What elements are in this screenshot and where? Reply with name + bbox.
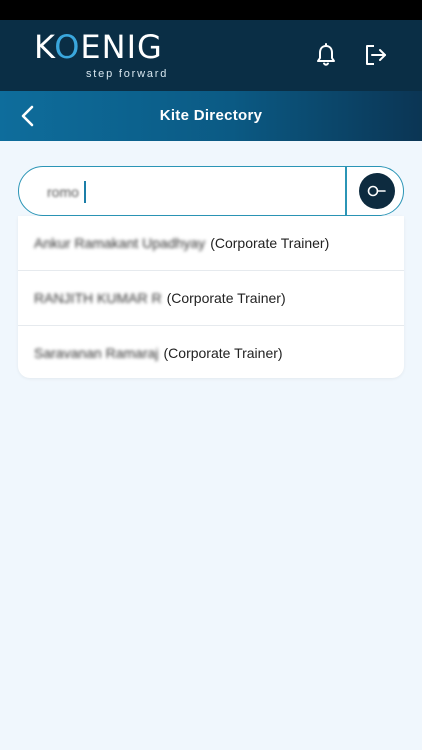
result-name: Saravanan Ramaraj [34, 345, 159, 361]
result-role: (Corporate Trainer) [163, 345, 283, 361]
search-divider [345, 167, 347, 215]
search-box [18, 166, 404, 216]
status-bar [0, 0, 422, 20]
result-name: Ankur Ramakant Upadhyay [34, 235, 206, 251]
search-results-list: Ankur Ramakant Upadhyay (Corporate Train… [18, 216, 404, 378]
logo-tagline: step forward [86, 68, 169, 80]
bell-icon [317, 43, 335, 66]
logo-wordmark: KOENIG [34, 28, 163, 66]
koenig-logo: KOENIG step forward [34, 28, 166, 80]
back-button[interactable] [16, 103, 42, 129]
chevron-left-icon [21, 105, 34, 127]
page-header: Kite Directory [0, 91, 422, 141]
result-role: (Corporate Trainer) [210, 235, 330, 251]
search-button[interactable] [359, 173, 395, 209]
search-input[interactable] [45, 178, 349, 206]
logout-icon [366, 45, 386, 65]
notifications-button[interactable] [311, 40, 341, 70]
search-key-icon [367, 185, 386, 197]
result-item[interactable]: Ankur Ramakant Upadhyay (Corporate Train… [18, 216, 404, 271]
page-title: Kite Directory [159, 107, 263, 124]
app-header: KOENIG step forward [0, 20, 422, 91]
result-name: RANJITH KUMAR R [34, 290, 162, 306]
logout-button[interactable] [361, 40, 391, 70]
result-item[interactable]: Saravanan Ramaraj (Corporate Trainer) [18, 326, 404, 380]
text-caret [84, 181, 86, 203]
result-role: (Corporate Trainer) [166, 290, 286, 306]
result-item[interactable]: RANJITH KUMAR R (Corporate Trainer) [18, 271, 404, 326]
